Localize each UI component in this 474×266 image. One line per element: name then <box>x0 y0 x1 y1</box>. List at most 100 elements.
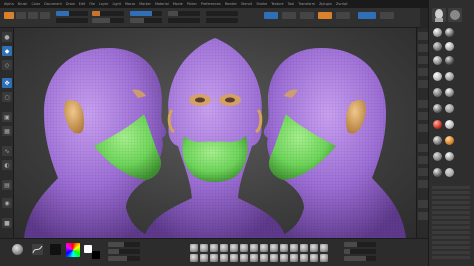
menu-item-stencil[interactable]: Stencil <box>241 2 252 6</box>
zadd-toggle[interactable] <box>56 11 88 16</box>
brush-slot[interactable] <box>290 254 298 262</box>
tray-row[interactable] <box>432 196 470 199</box>
material-ball-17[interactable] <box>433 168 442 177</box>
bottom-slider-2[interactable] <box>108 249 140 254</box>
alpha-icon[interactable] <box>50 244 61 255</box>
material-ball-orange[interactable] <box>445 136 454 145</box>
color-icon[interactable]: ■ <box>2 218 12 228</box>
secondary-color-swatch[interactable] <box>92 251 100 259</box>
tray-row[interactable] <box>432 251 470 254</box>
viewport-canvas[interactable] <box>14 28 416 238</box>
material-icon[interactable]: ◉ <box>2 198 12 208</box>
draw-size-slider[interactable] <box>130 18 162 23</box>
material-ball-16[interactable] <box>445 152 454 161</box>
texture-icon[interactable]: ▤ <box>2 180 12 190</box>
tray-row[interactable] <box>432 221 470 224</box>
menu-item-texture[interactable]: Texture <box>271 2 283 6</box>
material-ball-10[interactable] <box>445 88 454 97</box>
material-ball-6[interactable] <box>445 56 454 65</box>
zoom-icon[interactable] <box>418 56 428 64</box>
mrgb-toggle[interactable] <box>206 18 238 23</box>
stroke-icon[interactable]: ∿ <box>2 146 12 156</box>
material-ball-4[interactable] <box>445 42 454 51</box>
draw-button[interactable] <box>318 12 332 19</box>
brush-slot[interactable] <box>280 244 288 252</box>
tray-row[interactable] <box>432 241 470 244</box>
stroke-icon[interactable] <box>32 244 43 255</box>
brush-slot[interactable] <box>210 254 218 262</box>
menu-item-zscript[interactable]: Zscript <box>336 2 348 6</box>
bottom-slider-1[interactable] <box>108 242 140 247</box>
scale-mode-button[interactable] <box>28 12 38 19</box>
brush-slot[interactable] <box>220 244 228 252</box>
move-button[interactable] <box>336 12 350 19</box>
menu-item-stroke[interactable]: Stroke <box>256 2 267 6</box>
material-ball-8[interactable] <box>445 72 454 81</box>
menu-item-render[interactable]: Render <box>225 2 237 6</box>
menu-item-transform[interactable]: Transform <box>298 2 315 6</box>
brush-slot[interactable] <box>320 254 328 262</box>
bottom-slider-6[interactable] <box>344 256 376 261</box>
lightbox-button[interactable] <box>264 12 278 19</box>
polyf-icon[interactable] <box>418 200 428 208</box>
menu-item-movie[interactable]: Movie <box>173 2 183 6</box>
brush-slot[interactable] <box>190 244 198 252</box>
menu-item-document[interactable]: Document <box>44 2 62 6</box>
tray-row[interactable] <box>432 231 470 234</box>
menu-item-material[interactable]: Material <box>155 2 169 6</box>
material-ball-red[interactable] <box>433 120 442 129</box>
menu-item-file[interactable]: File <box>89 2 95 6</box>
dynamic-toggle[interactable] <box>168 11 200 16</box>
focal-shift-slider[interactable] <box>130 11 162 16</box>
rotate-mode-button[interactable] <box>40 12 50 19</box>
tray-row[interactable] <box>432 256 470 259</box>
tray-row[interactable] <box>432 211 470 214</box>
menu-item-marker[interactable]: Marker <box>139 2 151 6</box>
brush-slot[interactable] <box>310 244 318 252</box>
aahalf-icon[interactable] <box>418 80 428 88</box>
tray-row[interactable] <box>432 236 470 239</box>
brush-slot[interactable] <box>200 254 208 262</box>
brush-slot[interactable] <box>260 244 268 252</box>
main-color-swatch[interactable] <box>84 245 92 253</box>
standard-brush-icon[interactable]: ◆ <box>2 46 12 56</box>
material-ball-11[interactable] <box>433 104 442 113</box>
clay-brush-icon[interactable]: ◇ <box>2 60 12 70</box>
menu-item-draw[interactable]: Draw <box>66 2 75 6</box>
material-ball-1[interactable] <box>433 28 442 37</box>
subtool-thumbnail[interactable] <box>448 8 462 22</box>
menu-item-layer[interactable]: Layer <box>99 2 108 6</box>
brush-slot[interactable] <box>270 244 278 252</box>
frame-icon[interactable] <box>418 144 428 152</box>
brush-slot[interactable] <box>290 244 298 252</box>
tray-row[interactable] <box>432 206 470 209</box>
brush-slot[interactable] <box>200 244 208 252</box>
transp-button[interactable] <box>380 12 394 19</box>
menu-item-edit[interactable]: Edit <box>79 2 86 6</box>
color-picker-icon[interactable] <box>66 243 80 257</box>
material-ball-12[interactable] <box>445 104 454 113</box>
brush-slot[interactable] <box>230 244 238 252</box>
tray-row[interactable] <box>432 201 470 204</box>
tray-row[interactable] <box>432 186 470 189</box>
symmetry-button[interactable] <box>358 12 376 19</box>
smooth-brush-icon[interactable]: ○ <box>2 92 12 102</box>
brush-slot[interactable] <box>280 254 288 262</box>
mask-icon[interactable]: ▣ <box>2 112 12 122</box>
material-ball-2[interactable] <box>445 28 454 37</box>
material-ball-13[interactable] <box>445 120 454 129</box>
brush-slot[interactable] <box>300 254 308 262</box>
brush-slot[interactable] <box>270 254 278 262</box>
menu-item-macro[interactable]: Macro <box>125 2 135 6</box>
draw-mode-button[interactable] <box>4 12 14 19</box>
material-ball-15[interactable] <box>433 152 442 161</box>
zsub-toggle[interactable] <box>56 18 88 23</box>
bottom-slider-3[interactable] <box>108 256 140 261</box>
brush-slot[interactable] <box>320 244 328 252</box>
brush-slot[interactable] <box>240 254 248 262</box>
polygroup-icon[interactable]: ▦ <box>2 126 12 136</box>
bpr-icon[interactable] <box>418 32 428 40</box>
actual-icon[interactable] <box>418 68 428 76</box>
material-ball-5[interactable] <box>433 56 442 65</box>
menu-item-zplugin[interactable]: Zplugin <box>319 2 332 6</box>
